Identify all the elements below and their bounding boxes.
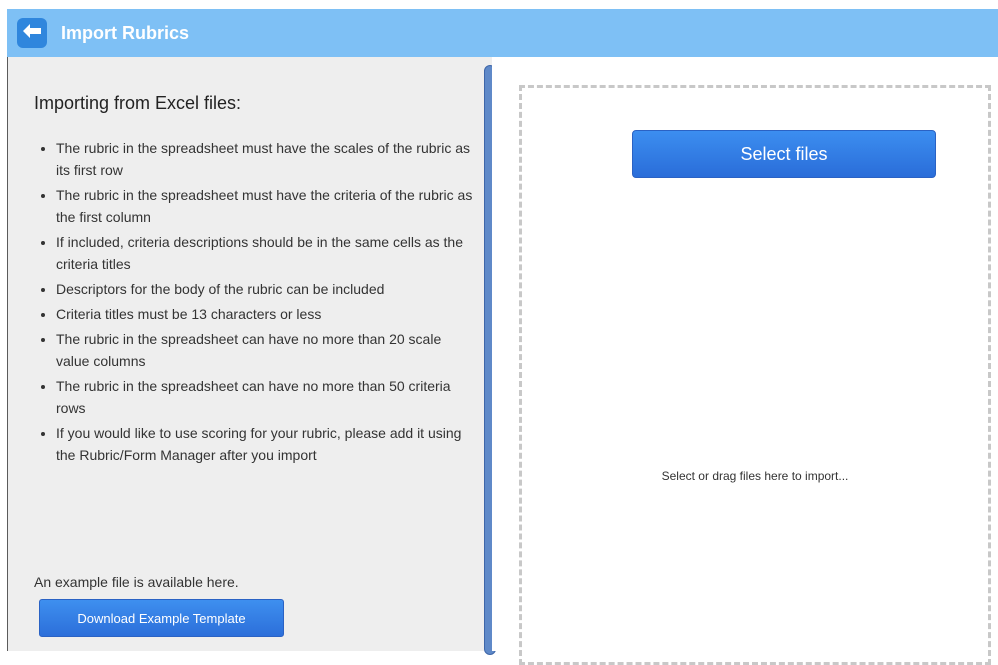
upload-panel: Select files Select or drag files here t… — [492, 57, 998, 665]
example-file-text: An example file is available here. — [34, 574, 239, 590]
rule-item: If you would like to use scoring for you… — [56, 422, 476, 466]
rule-item: The rubric in the spreadsheet can have n… — [56, 375, 476, 419]
rule-item: Criteria titles must be 13 characters or… — [56, 303, 476, 325]
rule-item: The rubric in the spreadsheet must have … — [56, 184, 476, 228]
arrow-left-icon — [22, 23, 42, 44]
instructions-panel: Importing from Excel files: The rubric i… — [7, 57, 496, 655]
select-files-button[interactable]: Select files — [632, 130, 936, 178]
instructions-title: Importing from Excel files: — [34, 93, 242, 113]
rule-item: The rubric in the spreadsheet must have … — [56, 137, 476, 181]
drop-hint-text: Select or drag files here to import... — [661, 469, 849, 483]
page-title: Import Rubrics — [61, 22, 190, 43]
top-strip — [0, 0, 998, 9]
rule-item: If included, criteria descriptions shoul… — [56, 231, 476, 275]
rule-item: Descriptors for the body of the rubric c… — [56, 278, 476, 300]
rules-list: The rubric in the spreadsheet must have … — [36, 137, 476, 469]
header-bar: Import Rubrics — [7, 9, 998, 57]
rule-item: The rubric in the spreadsheet can have n… — [56, 328, 476, 372]
file-dropzone[interactable]: Select files Select or drag files here t… — [519, 85, 991, 665]
back-button[interactable] — [17, 18, 47, 48]
download-template-button[interactable]: Download Example Template — [39, 599, 284, 637]
